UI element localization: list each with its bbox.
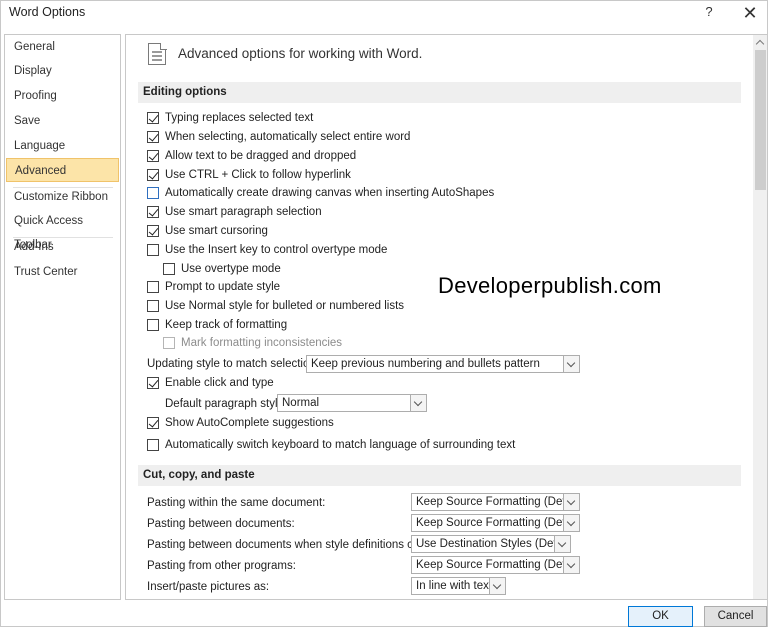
option-label: Enable click and type: [165, 377, 274, 389]
close-button[interactable]: ✕: [739, 2, 761, 24]
option-label: Use smart paragraph selection: [165, 206, 322, 218]
nav-item-language[interactable]: Language: [6, 134, 119, 158]
nav-item-customize-ribbon[interactable]: Customize Ribbon: [6, 185, 119, 209]
checkbox[interactable]: [147, 187, 159, 199]
option-label: Use overtype mode: [181, 263, 281, 275]
paste-pictures-label: Insert/paste pictures as:: [147, 581, 270, 593]
paste-between-docs-label: Pasting between documents:: [147, 518, 295, 530]
pane-header: Advanced options for working with Word.: [178, 46, 423, 61]
nav-item-save[interactable]: Save: [6, 109, 119, 133]
chevron-down-icon[interactable]: [563, 515, 579, 531]
dropdown-value: Keep previous numbering and bullets patt…: [311, 358, 540, 370]
dropdown-value: Keep Source Formatting (Default): [416, 559, 580, 571]
option-label: When selecting, automatically select ent…: [165, 131, 411, 143]
option-label: Use smart cursoring: [165, 225, 268, 237]
checkbox[interactable]: [147, 131, 159, 143]
word-options-dialog: Word Options ? ✕ General Display Proofin…: [0, 0, 768, 627]
updating-style-dropdown[interactable]: Keep previous numbering and bullets patt…: [306, 355, 580, 373]
paste-other-programs-dropdown[interactable]: Keep Source Formatting (Default): [411, 556, 580, 574]
checkbox[interactable]: [163, 263, 175, 275]
nav-item-quick-access-toolbar[interactable]: Quick Access Toolbar: [6, 209, 119, 251]
checkbox[interactable]: [147, 319, 159, 331]
window-title: Word Options: [9, 5, 86, 19]
nav-item-trust-center[interactable]: Trust Center: [6, 260, 119, 284]
section-editing-options: Editing options: [138, 82, 741, 103]
paste-style-conflict-label: Pasting between documents when style def…: [147, 539, 447, 551]
dropdown-value: In line with text: [416, 580, 493, 592]
title-bar: Word Options ? ✕: [1, 1, 767, 27]
scroll-up-icon[interactable]: [753, 35, 767, 50]
updating-style-label: Updating style to match selection:: [147, 358, 319, 370]
paste-same-doc-dropdown[interactable]: Keep Source Formatting (Default): [411, 493, 580, 511]
checkbox[interactable]: [147, 225, 159, 237]
option-label: Typing replaces selected text: [165, 112, 314, 124]
chevron-down-icon[interactable]: [563, 494, 579, 510]
dropdown-value: Normal: [282, 397, 320, 409]
document-options-icon: [148, 42, 167, 65]
category-nav: General Display Proofing Save Language A…: [4, 34, 121, 600]
option-label: Allow text to be dragged and dropped: [165, 150, 357, 162]
checkbox[interactable]: [147, 417, 159, 429]
dropdown-value: Use Destination Styles (Default): [416, 538, 571, 550]
checkbox[interactable]: [147, 112, 159, 124]
help-button[interactable]: ?: [701, 4, 717, 22]
checkbox[interactable]: [147, 150, 159, 162]
dropdown-value: Keep Source Formatting (Default): [416, 517, 580, 529]
checkbox[interactable]: [147, 206, 159, 218]
nav-item-general[interactable]: General: [6, 35, 119, 59]
option-label: Prompt to update style: [165, 281, 281, 293]
option-label: Use Normal style for bulleted or numbere…: [165, 300, 405, 312]
scroll-thumb[interactable]: [755, 50, 766, 190]
chevron-down-icon[interactable]: [554, 536, 570, 552]
nav-item-proofing[interactable]: Proofing: [6, 84, 119, 108]
paste-other-programs-label: Pasting from other programs:: [147, 560, 296, 572]
nav-item-add-ins[interactable]: Add-Ins: [6, 235, 119, 259]
option-label: Use the Insert key to control overtype m…: [165, 244, 388, 256]
option-label: Use CTRL + Click to follow hyperlink: [165, 169, 351, 181]
dropdown-value: Keep Source Formatting (Default): [416, 496, 580, 508]
checkbox[interactable]: [147, 439, 159, 451]
option-label: Automatically switch keyboard to match l…: [165, 439, 516, 451]
paste-style-conflict-dropdown[interactable]: Use Destination Styles (Default): [411, 535, 571, 553]
option-label: Automatically create drawing canvas when…: [165, 187, 495, 199]
checkbox[interactable]: [147, 244, 159, 256]
option-label: Keep track of formatting: [165, 319, 288, 331]
nav-item-advanced[interactable]: Advanced: [6, 158, 119, 182]
cancel-button[interactable]: Cancel: [704, 606, 767, 627]
checkbox[interactable]: [147, 300, 159, 312]
paste-between-docs-dropdown[interactable]: Keep Source Formatting (Default): [411, 514, 580, 532]
section-cut-copy-paste: Cut, copy, and paste: [138, 465, 741, 486]
watermark-text: Developerpublish.com: [438, 273, 662, 298]
paste-same-doc-label: Pasting within the same document:: [147, 497, 326, 509]
checkbox[interactable]: [147, 169, 159, 181]
option-label: Mark formatting inconsistencies: [181, 337, 343, 349]
vertical-scrollbar[interactable]: [753, 35, 767, 599]
checkbox[interactable]: [147, 281, 159, 293]
chevron-down-icon[interactable]: [563, 557, 579, 573]
advanced-options-pane: Advanced options for working with Word. …: [125, 34, 768, 600]
paste-pictures-dropdown[interactable]: In line with text: [411, 577, 506, 595]
checkbox: [163, 337, 175, 349]
default-paragraph-dropdown[interactable]: Normal: [277, 394, 427, 412]
chevron-down-icon[interactable]: [489, 578, 505, 594]
option-label: Show AutoComplete suggestions: [165, 417, 334, 429]
chevron-down-icon[interactable]: [563, 356, 579, 372]
nav-item-display[interactable]: Display: [6, 59, 119, 83]
checkbox[interactable]: [147, 377, 159, 389]
default-paragraph-label: Default paragraph style:: [165, 398, 288, 410]
chevron-down-icon[interactable]: [410, 395, 426, 411]
ok-button[interactable]: OK: [628, 606, 693, 627]
